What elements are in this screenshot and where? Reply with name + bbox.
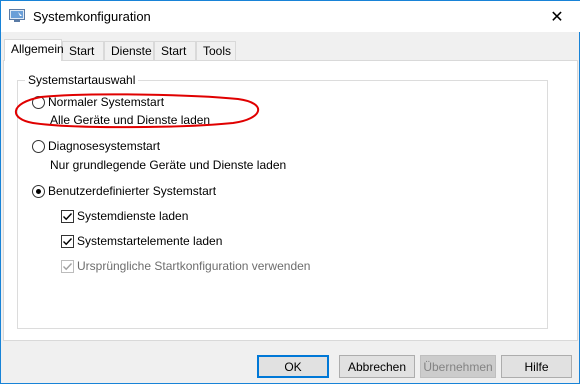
button-label: Übernehmen xyxy=(423,359,493,374)
tab-label: Allgemein xyxy=(11,42,64,56)
tab-dienste[interactable]: Dienste xyxy=(104,41,154,60)
ok-button[interactable]: OK xyxy=(257,355,329,378)
close-button[interactable]: ✕ xyxy=(534,1,580,32)
checkmark-icon xyxy=(63,238,73,246)
tab-label: Tools xyxy=(203,44,232,58)
normal-startup-description: Alle Geräte und Dienste laden xyxy=(50,113,211,127)
use-original-boot-config-label: Ursprüngliche Startkonfiguration verwend… xyxy=(77,259,311,273)
load-startup-items-label[interactable]: Systemstartelemente laden xyxy=(77,234,222,248)
window-title: Systemkonfiguration xyxy=(33,9,151,24)
checkmark-icon xyxy=(63,263,73,271)
tab-label: Start xyxy=(69,44,95,58)
selective-startup-radio[interactable] xyxy=(32,185,45,198)
tab-allgemein[interactable]: Allgemein xyxy=(4,39,64,61)
button-label: Abbrechen xyxy=(347,359,407,374)
tab-label: Dienste xyxy=(111,44,152,58)
checkmark-icon xyxy=(63,213,73,221)
close-icon: ✕ xyxy=(550,8,564,26)
msconfig-app-icon xyxy=(9,9,25,22)
diagnostic-startup-description: Nur grundlegende Geräte und Dienste lade… xyxy=(50,158,287,172)
diagnostic-startup-label[interactable]: Diagnosesystemstart xyxy=(48,139,160,153)
msconfig-window: Systemkonfiguration ✕ Allgemein Start Di… xyxy=(0,0,580,384)
load-system-services-label[interactable]: Systemdienste laden xyxy=(77,209,188,223)
tab-tools[interactable]: Tools xyxy=(196,41,236,60)
load-startup-items-checkbox[interactable] xyxy=(61,235,74,248)
title-bar[interactable]: Systemkonfiguration ✕ xyxy=(1,1,580,32)
apply-button: Übernehmen xyxy=(420,355,496,378)
load-system-services-checkbox[interactable] xyxy=(61,210,74,223)
use-original-boot-config-checkbox xyxy=(61,260,74,273)
button-label: Hilfe xyxy=(524,359,549,374)
help-button[interactable]: Hilfe xyxy=(501,355,572,378)
cancel-button[interactable]: Abbrechen xyxy=(339,355,415,378)
button-label: OK xyxy=(284,359,302,374)
normal-startup-radio[interactable] xyxy=(32,96,45,109)
normal-startup-label[interactable]: Normaler Systemstart xyxy=(48,95,164,109)
tab-label: Start xyxy=(161,44,187,58)
group-legend: Systemstartauswahl xyxy=(25,73,139,87)
diagnostic-startup-radio[interactable] xyxy=(32,140,45,153)
selective-startup-label[interactable]: Benutzerdefinierter Systemstart xyxy=(48,184,216,198)
tab-start[interactable]: Start xyxy=(62,41,104,60)
tab-start-2[interactable]: Start xyxy=(154,41,196,60)
